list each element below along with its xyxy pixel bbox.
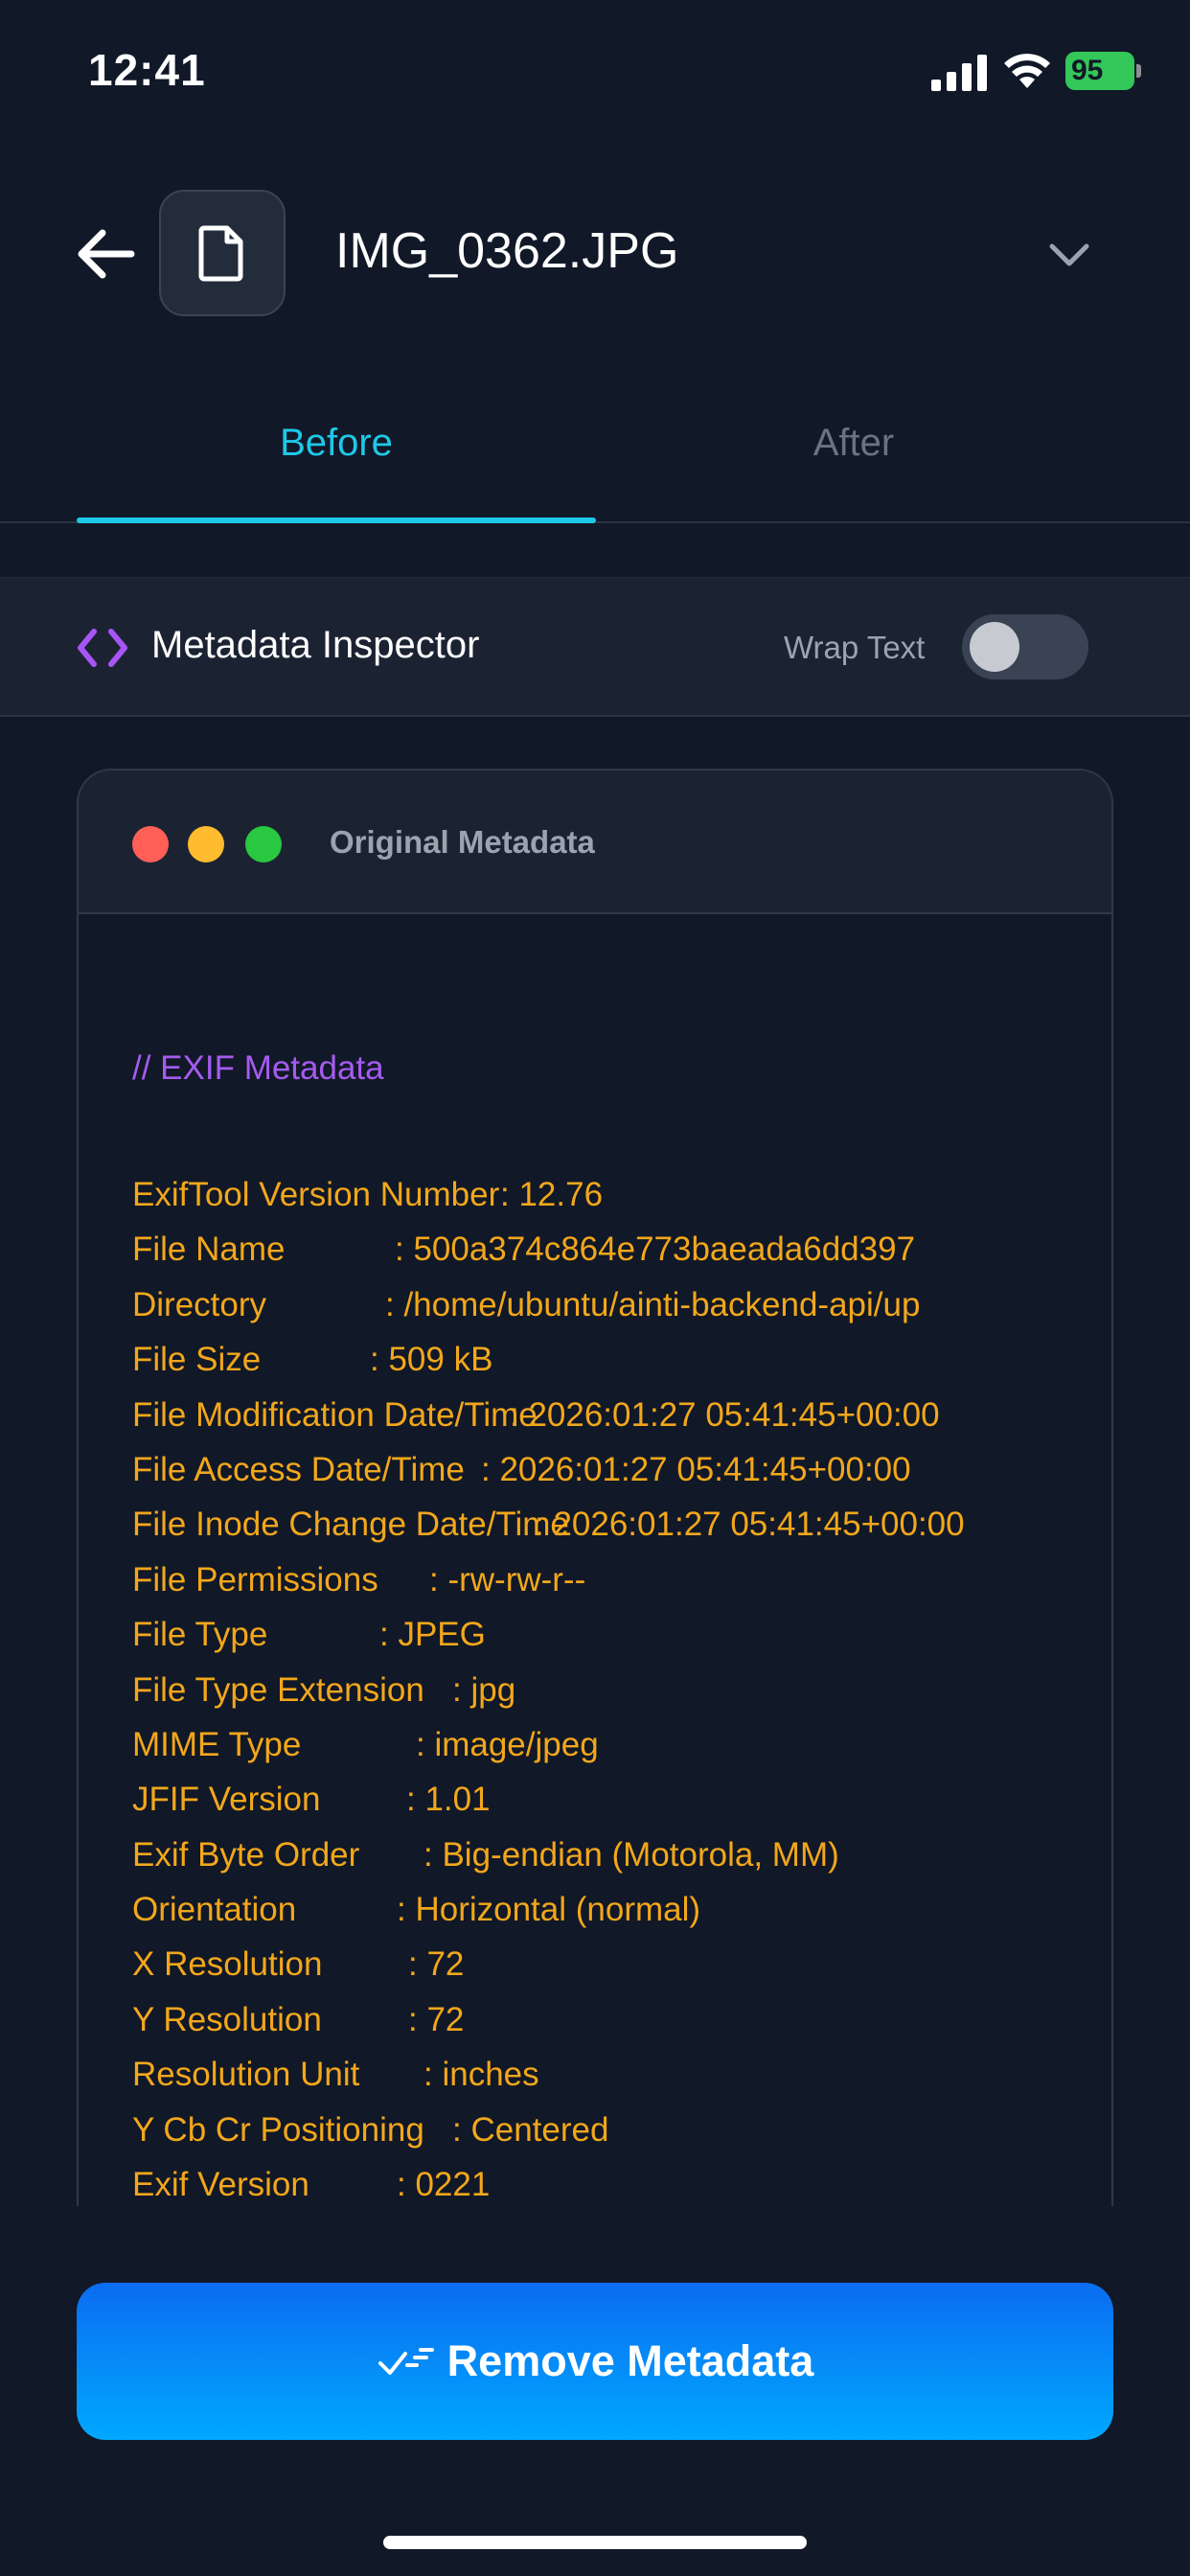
metadata-key: Exif Byte Order: [132, 1835, 360, 1874]
metadata-key: File Type Extension: [132, 1670, 424, 1709]
file-name: IMG_0362.JPG: [335, 223, 679, 279]
metadata-value: : Big-endian (Motorola, MM): [423, 1835, 839, 1874]
metadata-key: File Modification Date/Time: [132, 1395, 538, 1434]
metadata-key: File Permissions: [132, 1560, 378, 1598]
tab-indicator: [77, 518, 596, 523]
metadata-row: File Name : 500a374c864e773baeada6dd397: [132, 1222, 1111, 1276]
metadata-row: File Modification Date/Time: 2026:01:27 …: [132, 1388, 1111, 1442]
tab-before[interactable]: Before: [77, 422, 596, 465]
metadata-row: File Access Date/Time : 2026:01:27 05:41:…: [132, 1442, 1111, 1497]
metadata-key: Resolution Unit: [132, 2056, 360, 2094]
metadata-value: : inches: [423, 2056, 539, 2094]
metadata-key: Orientation: [132, 1891, 297, 1929]
code-icon: [78, 629, 127, 667]
metadata-key: MIME Type: [132, 1725, 302, 1763]
metadata-value: : JPEG: [379, 1616, 486, 1654]
metadata-key: File Type: [132, 1616, 268, 1654]
toggle-knob: [970, 622, 1019, 672]
metadata-value: : 509 kB: [370, 1341, 493, 1379]
metadata-value: : Centered: [452, 2110, 609, 2149]
metadata-row: Resolution Unit : inches: [132, 2047, 1111, 2102]
card-header: Original Metadata: [79, 770, 1111, 914]
metadata-value: : -rw-rw-r--: [429, 1560, 586, 1598]
metadata-key: JFIF Version: [132, 1781, 321, 1819]
metadata-value: : 72: [408, 1945, 465, 1984]
metadata-key: X Resolution: [132, 1945, 323, 1984]
metadata-value: : 2026:01:27 05:41:45+00:00: [510, 1395, 940, 1434]
metadata-row: Y Resolution : 72: [132, 1992, 1111, 2047]
metadata-row: File Size : 509 kB: [132, 1332, 1111, 1387]
tab-bar: Before After: [0, 402, 1190, 523]
metadata-row: File Inode Change Date/Time: 2026:01:27 …: [132, 1497, 1111, 1552]
remove-metadata-label: Remove Metadata: [446, 2336, 814, 2385]
metadata-key: File Inode Change Date/Time: [132, 1506, 569, 1544]
metadata-value: : 2026:01:27 05:41:45+00:00: [481, 1450, 911, 1488]
status-bar: 12:41 95: [0, 0, 1190, 144]
metadata-row: File Type : JPEG: [132, 1607, 1111, 1662]
chevron-down-icon: [1049, 243, 1089, 266]
metadata-value: : 0221: [397, 2166, 491, 2204]
metadata-key: Y Resolution: [132, 2000, 322, 2038]
metadata-card: Original Metadata // EXIF Metadata ExifT…: [77, 769, 1113, 2206]
clean-check-icon: [378, 2348, 434, 2375]
metadata-row: MIME Type : image/jpeg: [132, 1717, 1111, 1772]
metadata-row: Exif Byte Order : Big-endian (Motorola, M…: [132, 1828, 1111, 1882]
wrap-text-label: Wrap Text: [784, 630, 926, 665]
wifi-icon: [1004, 54, 1050, 88]
status-time: 12:41: [88, 45, 206, 95]
metadata-row: Directory : /home/ubuntu/ainti-backend-ap…: [132, 1277, 1111, 1332]
inspector-bar: Metadata Inspector Wrap Text: [0, 577, 1190, 717]
window-close-dot: [132, 826, 169, 862]
metadata-key: File Size: [132, 1341, 262, 1379]
tab-after[interactable]: After: [594, 422, 1113, 465]
document-icon: [198, 225, 243, 282]
arrow-left-icon: [78, 229, 135, 279]
battery-level: 95: [1065, 52, 1134, 90]
metadata-key: Y Cb Cr Positioning: [132, 2110, 424, 2149]
metadata-row: Orientation : Horizontal (normal): [132, 1882, 1111, 1937]
window-minimize-dot: [188, 826, 224, 862]
card-title: Original Metadata: [330, 824, 595, 860]
metadata-row: File Permissions : -rw-rw-r--: [132, 1552, 1111, 1607]
metadata-value: : jpg: [452, 1670, 516, 1709]
battery-icon: 95: [1065, 52, 1141, 90]
metadata-code[interactable]: // EXIF Metadata ExifTool Version Number…: [132, 970, 1111, 2206]
wrap-text-toggle[interactable]: [962, 614, 1088, 679]
metadata-key: File Access Date/Time: [132, 1450, 465, 1488]
file-thumbnail: [159, 190, 286, 316]
metadata-row: ExifTool Version Number: 12.76: [132, 1167, 1111, 1222]
code-comment: // EXIF Metadata: [132, 1049, 384, 1087]
metadata-row: File Type Extension : jpg: [132, 1663, 1111, 1717]
metadata-key: Exif Version: [132, 2166, 309, 2204]
metadata-value: : 12.76: [500, 1176, 604, 1213]
metadata-row: Y Cb Cr Positioning : Centered: [132, 2103, 1111, 2157]
metadata-value: : 1.01: [406, 1781, 491, 1819]
metadata-value: : /home/ubuntu/ainti-backend-api/up: [385, 1285, 921, 1323]
metadata-key: File Name: [132, 1230, 286, 1269]
inspector-title: Metadata Inspector: [151, 624, 480, 666]
metadata-value: : Horizontal (normal): [397, 1891, 701, 1929]
window-maximize-dot: [245, 826, 282, 862]
remove-metadata-button[interactable]: Remove Metadata: [77, 2283, 1113, 2440]
metadata-row: Exif Version : 0221: [132, 2157, 1111, 2206]
metadata-key: Directory: [132, 1285, 267, 1323]
metadata-value: : image/jpeg: [416, 1725, 599, 1763]
metadata-value: : 500a374c864e773baeada6dd397: [395, 1230, 916, 1269]
metadata-row: X Resolution : 72: [132, 1937, 1111, 1991]
cellular-signal-icon: [931, 55, 987, 91]
file-dropdown-button[interactable]: [1044, 230, 1094, 280]
metadata-key: ExifTool Version Number: [132, 1176, 500, 1213]
metadata-value: : 72: [408, 2000, 465, 2038]
metadata-row: JFIF Version : 1.01: [132, 1772, 1111, 1827]
back-button[interactable]: [67, 217, 142, 291]
metadata-value: : 2026:01:27 05:41:45+00:00: [535, 1506, 965, 1544]
home-indicator[interactable]: [383, 2536, 807, 2549]
